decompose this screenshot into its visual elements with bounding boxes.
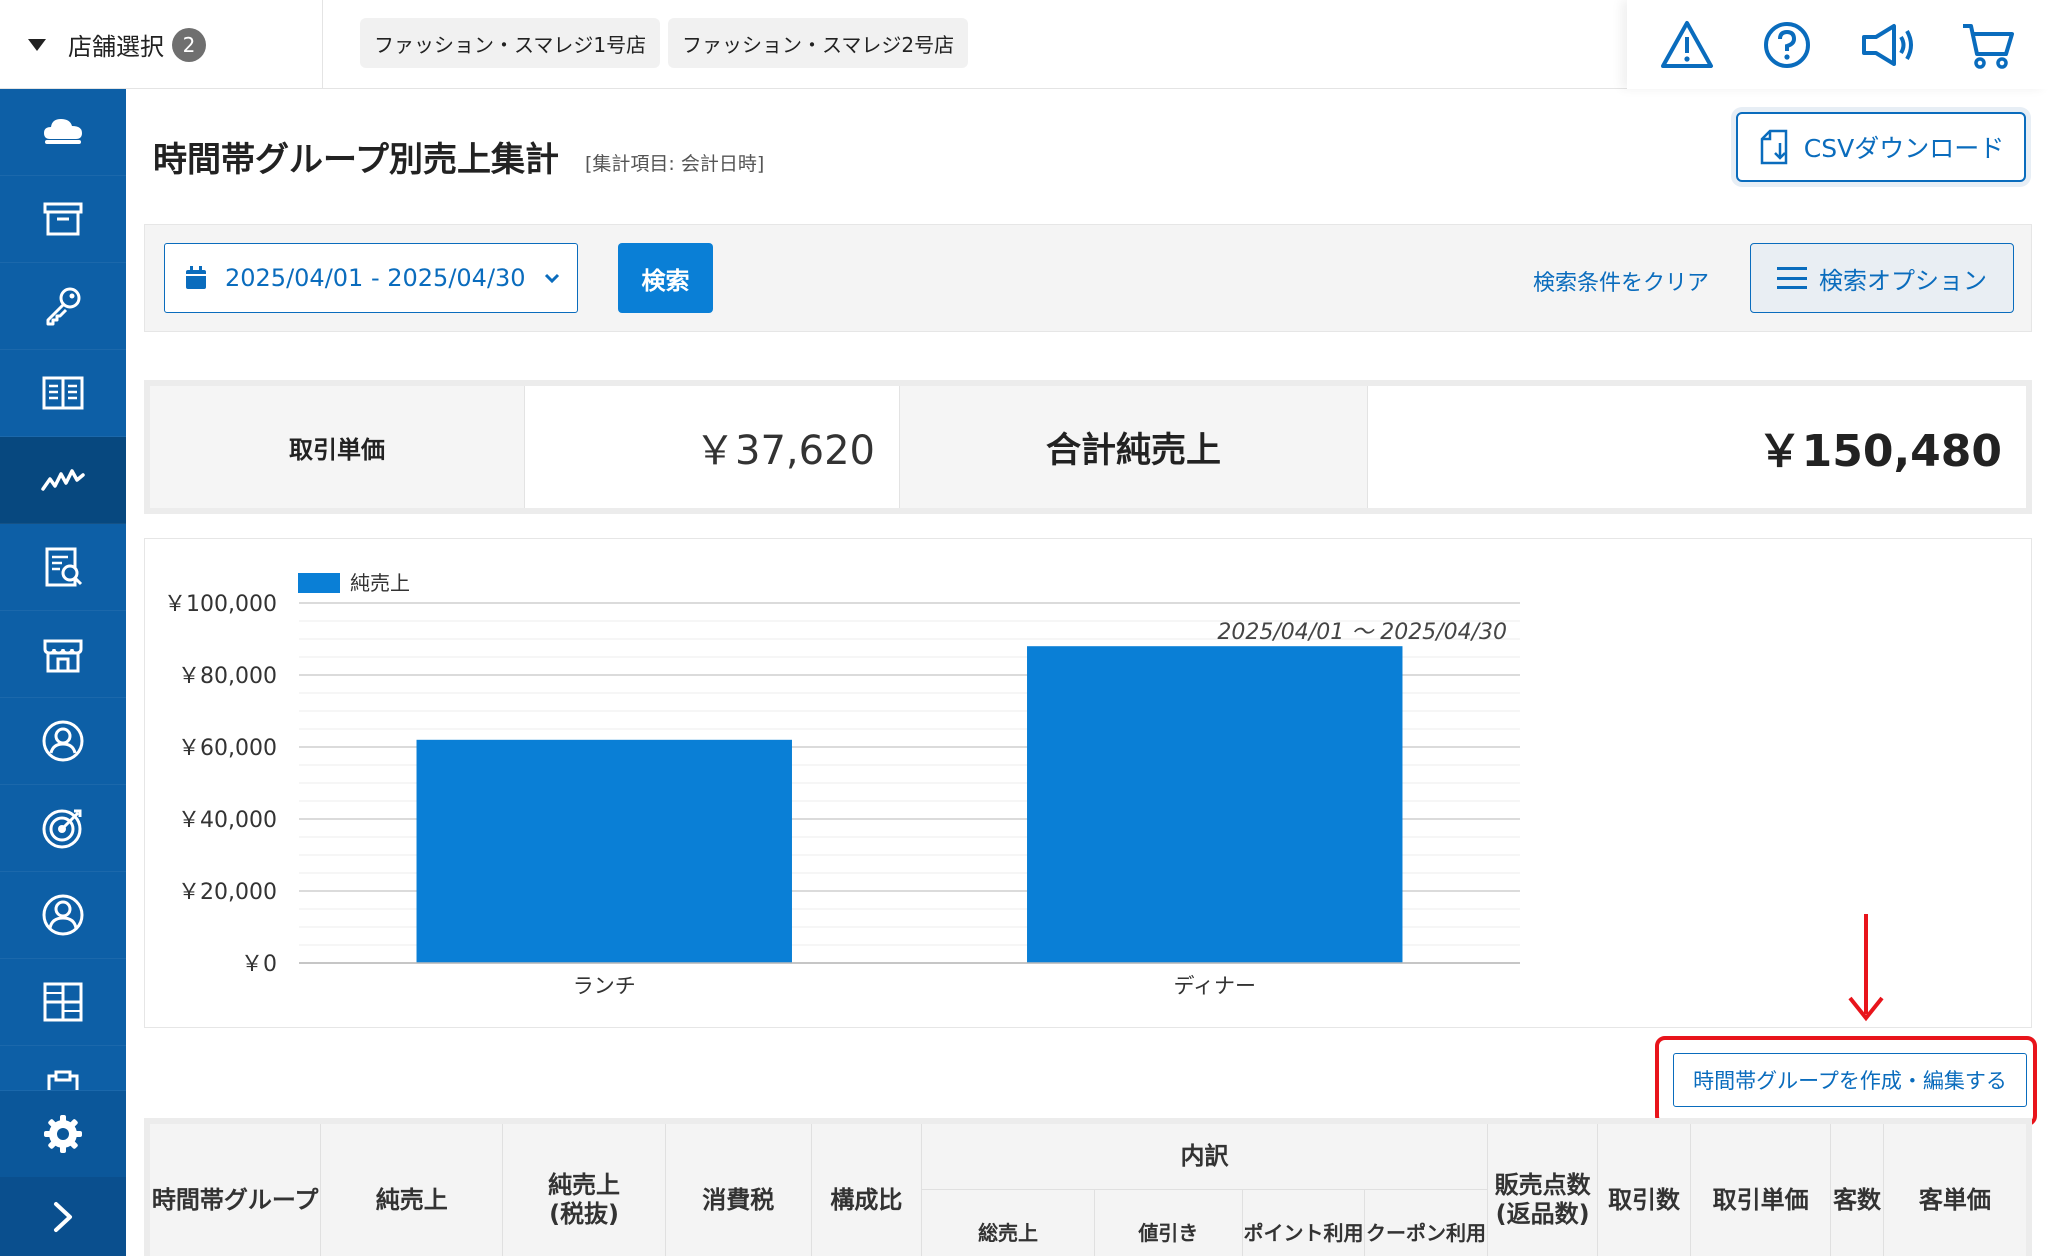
page-title: 時間帯グループ別売上集計 <box>153 140 559 180</box>
caret-down-icon <box>28 38 46 51</box>
unit-price-value: ￥37,620 <box>525 386 900 508</box>
date-range-picker[interactable]: 2025/04/01 - 2025/04/30 <box>164 243 578 313</box>
col-customer-price[interactable]: 客単価 <box>1882 1120 2030 1256</box>
legend-swatch <box>298 573 340 593</box>
col-points[interactable]: ポイント利用 <box>1241 1188 1366 1256</box>
edit-time-group-button[interactable]: 時間帯グループを作成・編集する <box>1673 1053 2027 1107</box>
col-customers[interactable]: 客数 <box>1830 1120 1884 1256</box>
y-tick-label: ￥100,000 <box>164 592 277 617</box>
target-icon[interactable] <box>0 785 126 872</box>
help-icon[interactable] <box>1757 15 1817 75</box>
sales-chart: ￥0 ￥20,000 ￥40,000 ￥60,000 ￥80,000 ￥100,000 ラン… <box>144 538 2032 1028</box>
col-coupon[interactable]: クーポン利用 <box>1364 1188 1488 1256</box>
cart-icon[interactable] <box>1958 15 2018 75</box>
chevron-down-icon <box>544 273 559 284</box>
clear-conditions-link[interactable]: 検索条件をクリア <box>1533 265 1709 297</box>
sidebar <box>0 89 126 1256</box>
y-tick-label: ￥40,000 <box>178 808 277 833</box>
col-net-sales[interactable]: 純売上 <box>320 1120 504 1256</box>
y-tick-label: ￥0 <box>241 952 277 977</box>
col-items-sold[interactable]: 販売点数 (返品数) <box>1486 1120 1599 1256</box>
report-icon[interactable] <box>0 524 126 611</box>
x-tick-label: ディナー <box>1173 974 1256 998</box>
grid-icon[interactable] <box>0 959 126 1046</box>
customer-icon[interactable] <box>0 698 126 785</box>
summary-panel: 取引単価 ￥37,620 合計純売上 ￥150,480 <box>144 380 2032 514</box>
settings-icon[interactable] <box>0 1091 126 1177</box>
legend-label: 純売上 <box>350 571 410 595</box>
user-icon[interactable] <box>0 872 126 959</box>
search-options-label: 検索オプション <box>1819 266 1987 295</box>
header-icon-group <box>1627 0 2048 89</box>
csv-download-label: CSVダウンロード <box>1803 134 2005 163</box>
sales-table: 時間帯グループ 純売上 純売上 (税抜) 消費税 構成比 内訳 販売点数 (返品… <box>144 1118 2032 1256</box>
warning-icon[interactable] <box>1657 15 1717 75</box>
col-tax[interactable]: 消費税 <box>664 1120 812 1256</box>
x-tick-label: ランチ <box>573 974 636 998</box>
expand-icon[interactable] <box>0 1177 126 1256</box>
col-breakdown: 内訳 <box>921 1120 1488 1190</box>
col-ratio[interactable]: 構成比 <box>810 1120 923 1256</box>
cloud-icon[interactable] <box>0 89 126 176</box>
menu-icon <box>1777 267 1807 289</box>
store-icon[interactable] <box>0 611 126 698</box>
col-gross-sales[interactable]: 総売上 <box>921 1188 1095 1256</box>
store-chip-2[interactable]: ファッション・スマレジ2号店 <box>668 18 969 68</box>
store-select-label: 店舗選択 <box>68 33 164 61</box>
col-unit-price[interactable]: 取引単価 <box>1689 1120 1832 1256</box>
archive-icon[interactable] <box>0 176 126 263</box>
total-net-sales-value: ￥150,480 <box>1757 426 2002 477</box>
total-net-sales-label: 合計純売上 <box>900 386 1368 508</box>
y-tick-label: ￥80,000 <box>178 664 277 689</box>
store-count-badge: 2 <box>172 27 206 62</box>
clipboard-icon[interactable] <box>0 1046 126 1091</box>
unit-price-label: 取引単価 <box>150 386 525 508</box>
top-bar: 店舗選択 2 ファッション・スマレジ1号店 ファッション・スマレジ2号店 <box>0 0 2048 89</box>
book-icon[interactable] <box>0 350 126 437</box>
megaphone-icon[interactable] <box>1858 15 1918 75</box>
bar <box>416 739 792 963</box>
store-select-dropdown[interactable]: 店舗選択 2 <box>0 0 323 89</box>
csv-download-button[interactable]: CSVダウンロード <box>1736 112 2026 182</box>
key-icon[interactable] <box>0 263 126 350</box>
y-tick-label: ￥20,000 <box>178 880 277 905</box>
col-net-sales-ex-tax[interactable]: 純売上 (税抜) <box>502 1120 666 1256</box>
page-subtitle: [集計項目: 会計日時] <box>585 153 765 175</box>
col-discount[interactable]: 値引き <box>1093 1188 1243 1256</box>
search-panel: 2025/04/01 - 2025/04/30 検索 検索条件をクリア 検索オプ… <box>144 224 2032 332</box>
col-transactions[interactable]: 取引数 <box>1597 1120 1691 1256</box>
date-range-value: 2025/04/01 - 2025/04/30 <box>225 264 526 292</box>
search-options-button[interactable]: 検索オプション <box>1750 243 2014 313</box>
sales-chart-icon[interactable] <box>0 437 126 524</box>
red-arrow-icon <box>1848 914 1884 1022</box>
bar <box>1027 646 1403 963</box>
file-download-icon <box>1760 129 1788 165</box>
col-time-group[interactable]: 時間帯グループ <box>146 1120 322 1256</box>
store-chip-1[interactable]: ファッション・スマレジ1号店 <box>360 18 661 68</box>
y-tick-label: ￥60,000 <box>178 736 277 761</box>
bar-chart-svg: ￥0 ￥20,000 ￥40,000 ￥60,000 ￥80,000 ￥100,000 ラン… <box>164 571 1520 998</box>
date-range-annotation: 2025/04/01 ～ 2025/04/30 <box>1217 620 1507 645</box>
calendar-icon <box>186 266 206 289</box>
search-button[interactable]: 検索 <box>618 243 713 313</box>
